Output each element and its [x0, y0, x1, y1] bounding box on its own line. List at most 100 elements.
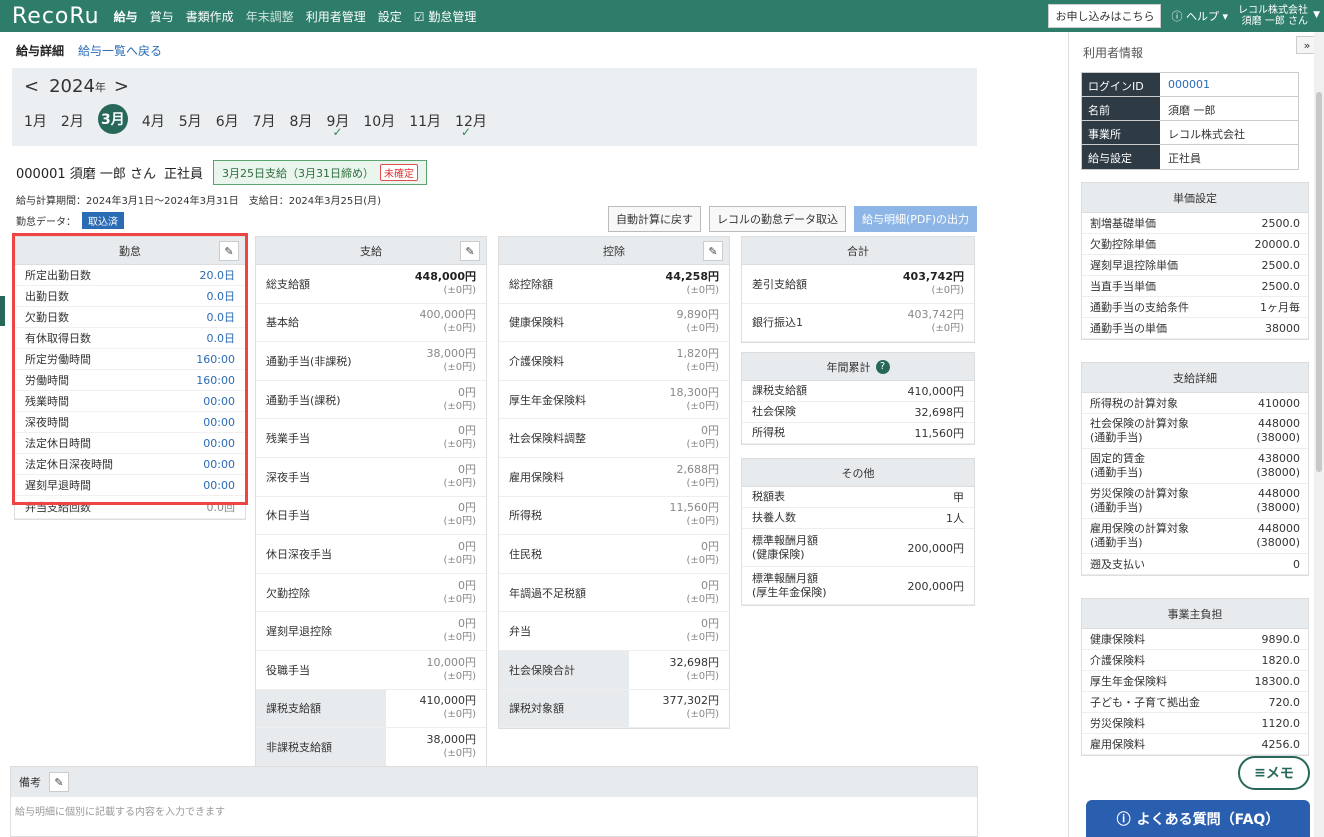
nav-year-end[interactable]: 年末調整 — [246, 8, 294, 25]
chevron-down-icon[interactable]: ▼ — [1313, 10, 1320, 20]
other-row: 扶養人数 1人 — [742, 508, 974, 529]
deduction-amount[interactable]: 0円 (±0円) — [686, 617, 719, 645]
scroll-thumb[interactable] — [1316, 92, 1322, 472]
annual-row: 課税支給額 410,000円 — [742, 381, 974, 402]
nav-users[interactable]: 利用者管理 — [306, 8, 366, 25]
user-info-row: 給与設定 正社員 — [1082, 145, 1298, 169]
deduction-amount[interactable]: 0円 (±0円) — [686, 424, 719, 452]
payment-amount[interactable]: 0円 (±0円) — [443, 386, 476, 414]
nav-attendance[interactable]: ☑ 勤怠管理 — [414, 8, 477, 25]
nav-bonus[interactable]: 賞与 — [150, 8, 174, 25]
deduction-amount[interactable]: 11,560円 (±0円) — [670, 501, 720, 529]
nav-salary[interactable]: 給与 — [114, 8, 138, 25]
month-2[interactable]: 2月 — [61, 111, 84, 131]
month-10[interactable]: 10月 — [363, 111, 395, 131]
status-badge: 未確定 — [380, 164, 419, 181]
payment-amount[interactable]: 0円 (±0円) — [443, 617, 476, 645]
payment-amount[interactable]: 10,000円 (±0円) — [427, 656, 477, 684]
deduction-diff: (±0円) — [686, 709, 719, 721]
deduction-label: 住民税 — [509, 547, 542, 561]
total-amount[interactable]: 403,742円 (±0円) — [908, 308, 965, 336]
memo-button[interactable]: ≡ メモ — [1238, 756, 1310, 790]
payment-diff: (±0円) — [443, 400, 476, 412]
deduction-amount[interactable]: 18,300円 (±0円) — [670, 386, 720, 414]
payment-amount[interactable]: 0円 (±0円) — [443, 424, 476, 452]
pay-date-badge: 3月25日支給（3月31日締め） 未確定 — [213, 160, 428, 185]
page-title: 給与詳細 — [16, 43, 65, 58]
month-9[interactable]: 9月 ✓ — [326, 111, 349, 139]
unit_settings-label: 欠勤控除単価 — [1090, 238, 1156, 251]
month-8[interactable]: 8月 — [290, 111, 313, 131]
payment-amount[interactable]: 400,000円 (±0円) — [420, 308, 477, 336]
payment-amount[interactable]: 0円 (±0円) — [443, 540, 476, 568]
deduction-amount[interactable]: 32,698円 (±0円) — [670, 656, 720, 684]
back-link[interactable]: 給与一覧へ戻る — [78, 42, 162, 59]
month-4[interactable]: 4月 — [142, 111, 165, 131]
pay_detail-row: 労災保険の計算対象 (通勤手当) 448000 (38000) — [1082, 484, 1308, 519]
import-attendance-button[interactable]: レコルの勤怠データ取込 — [708, 206, 846, 232]
user-info-label: 名前 — [1082, 97, 1160, 120]
remark-placeholder[interactable]: 給与明細に個別に記載する内容を入力できます — [11, 797, 977, 824]
nav-documents[interactable]: 書類作成 — [186, 8, 234, 25]
deduction-amount[interactable]: 377,302円 (±0円) — [663, 694, 720, 722]
payment-amount[interactable]: 38,000円 (±0円) — [427, 347, 477, 375]
question-icon[interactable]: ? — [875, 359, 890, 374]
payment-amount[interactable]: 0円 (±0円) — [443, 463, 476, 491]
deduction-amount[interactable]: 9,890円 (±0円) — [677, 308, 720, 336]
payment-amount[interactable]: 448,000円 (±0円) — [415, 270, 476, 298]
payment-diff: (±0円) — [443, 632, 476, 644]
edit-deduction-button[interactable]: ✎ — [703, 241, 723, 261]
account-menu[interactable]: レコル株式会社 須磨 一郎 さん — [1238, 5, 1308, 27]
deduction-amount[interactable]: 0円 (±0円) — [686, 579, 719, 607]
deduction-amount[interactable]: 0円 (±0円) — [686, 540, 719, 568]
side-tab[interactable] — [0, 296, 5, 326]
pencil-icon: ✎ — [54, 775, 64, 789]
deduction-row: 社会保険合計 32,698円 (±0円) — [499, 650, 729, 690]
month-5[interactable]: 5月 — [179, 111, 202, 131]
faq-button[interactable]: ⓘ よくある質問（FAQ） — [1086, 800, 1310, 837]
next-year-icon[interactable]: > — [114, 76, 129, 97]
deduction-value: 0円 — [701, 617, 719, 631]
annual-label: 社会保険 — [752, 405, 796, 418]
other-value: 甲 — [953, 491, 964, 504]
payment-value: 410,000円 — [419, 694, 477, 708]
deduction-diff: (±0円) — [686, 670, 719, 682]
other-value: 200,000円 — [907, 579, 965, 593]
auto-calc-button[interactable]: 自動計算に戻す — [607, 206, 701, 232]
payment-amount[interactable]: 410,000円 (±0円) — [420, 694, 477, 722]
month-11[interactable]: 11月 — [409, 111, 441, 131]
help-menu[interactable]: ⓘ ヘルプ ▾ — [1171, 8, 1228, 24]
payment-amount[interactable]: 0円 (±0円) — [443, 501, 476, 529]
month-3[interactable]: 3月 — [97, 104, 128, 134]
deduction-amount[interactable]: 44,258円 (±0円) — [666, 270, 719, 298]
unit_settings-row: 当直手当単価 2500.0 — [1082, 276, 1308, 297]
month-1[interactable]: 1月 — [24, 111, 47, 131]
employer-row: 厚生年金保険料 18300.0 — [1082, 671, 1308, 692]
month-6[interactable]: 6月 — [216, 111, 239, 131]
payment-amount[interactable]: 0円 (±0円) — [443, 579, 476, 607]
deduction-amount[interactable]: 2,688円 (±0円) — [677, 463, 720, 491]
apply-button[interactable]: お申し込みはこちら — [1048, 4, 1162, 28]
month-12[interactable]: 12月 ✓ — [455, 111, 487, 139]
scrollbar[interactable] — [1314, 32, 1324, 837]
prev-year-icon[interactable]: < — [24, 76, 39, 97]
deduction-amount[interactable]: 1,820円 (±0円) — [677, 347, 720, 375]
payment-label: 通勤手当(非課税) — [266, 354, 352, 368]
user-info-value: 須磨 一郎 — [1168, 104, 1216, 117]
deduction-diff: (±0円) — [686, 284, 719, 296]
deduction-label: 課税対象額 — [499, 689, 629, 728]
total-card: 合計 差引支給額 403,742円 (±0円) 銀行振込1 403,742円 (±0円) — [741, 236, 975, 344]
user-info-label: 事業所 — [1082, 121, 1160, 144]
unit_settings-label: 遅刻早退控除単価 — [1090, 259, 1178, 272]
month-7[interactable]: 7月 — [253, 111, 276, 131]
pdf-export-button[interactable]: 給与明細(PDF)の出力 — [853, 206, 977, 232]
deduction-value: 1,820円 — [676, 346, 720, 360]
nav-settings[interactable]: 設定 — [378, 8, 402, 25]
logo: RecoRu — [12, 3, 100, 29]
edit-remark-button[interactable]: ✎ — [49, 772, 69, 792]
total-amount[interactable]: 403,742円 (±0円) — [903, 270, 964, 298]
user-info-value[interactable]: 000001 — [1160, 73, 1298, 96]
payment-amount[interactable]: 38,000円 (±0円) — [427, 733, 477, 761]
edit-payment-button[interactable]: ✎ — [460, 241, 480, 261]
deduction-label: 年調過不足税額 — [509, 586, 586, 600]
